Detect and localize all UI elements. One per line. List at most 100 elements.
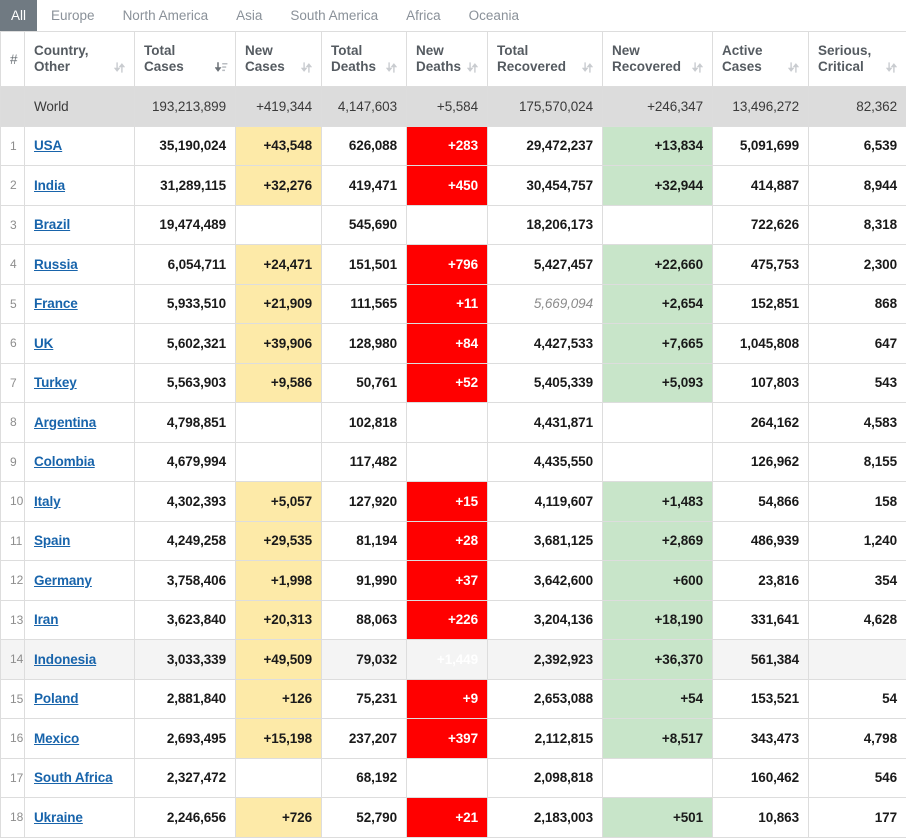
serious-critical-cell: [809, 640, 906, 680]
new-cases-cell: +419,344: [236, 87, 322, 127]
tab-africa[interactable]: Africa: [392, 0, 455, 31]
country-name-cell: Poland: [25, 679, 135, 719]
new-deaths-cell: +84: [407, 324, 488, 364]
new-cases-cell: +29,535: [236, 521, 322, 561]
column-header-nc[interactable]: NewCases: [236, 32, 322, 87]
table-row: 18Ukraine2,246,656+72652,790+212,183,003…: [1, 798, 906, 838]
total-cases-cell: 31,289,115: [135, 166, 236, 206]
active-cases-cell: 13,496,272: [713, 87, 809, 127]
table-row: 1USA35,190,024+43,548626,088+28329,472,2…: [1, 126, 906, 166]
country-link[interactable]: Turkey: [34, 375, 77, 390]
column-header-text-nr: NewRecovered: [612, 43, 703, 75]
row-number: 13: [1, 600, 25, 640]
serious-critical-cell: 8,155: [809, 442, 906, 482]
country-link[interactable]: Germany: [34, 573, 92, 588]
table-header: #Country,OtherTotalCasesNewCasesTotalDea…: [1, 32, 906, 87]
new-deaths-cell: +21: [407, 798, 488, 838]
country-link[interactable]: USA: [34, 138, 62, 153]
country-link[interactable]: Ukraine: [34, 810, 83, 825]
country-link[interactable]: Indonesia: [34, 652, 96, 667]
country-link[interactable]: Iran: [34, 612, 58, 627]
tab-asia[interactable]: Asia: [222, 0, 276, 31]
serious-critical-cell: 177: [809, 798, 906, 838]
total-deaths-cell: 419,471: [322, 166, 407, 206]
column-header-ac[interactable]: ActiveCases: [713, 32, 809, 87]
new-recovered-cell: +18,190: [603, 600, 713, 640]
column-header-ctry[interactable]: Country,Other: [25, 32, 135, 87]
continent-tab-bar: AllEuropeNorth AmericaAsiaSouth AmericaA…: [0, 0, 906, 31]
active-cases-cell: 10,863: [713, 798, 809, 838]
total-deaths-cell: 128,980: [322, 324, 407, 364]
column-header-sc[interactable]: Serious,Critical: [809, 32, 906, 87]
sort-both-icon: [788, 61, 799, 74]
table-row: 15Poland2,881,840+12675,231+92,653,088+5…: [1, 679, 906, 719]
row-number: 1: [1, 126, 25, 166]
country-link[interactable]: UK: [34, 336, 53, 351]
serious-critical-cell: 4,583: [809, 403, 906, 443]
column-header-line2-row: Other: [34, 59, 125, 75]
tab-north-america[interactable]: North America: [109, 0, 223, 31]
country-link[interactable]: Italy: [34, 494, 61, 509]
serious-critical-cell: 1,240: [809, 521, 906, 561]
country-link[interactable]: Colombia: [34, 454, 95, 469]
column-header-tr[interactable]: TotalRecovered: [488, 32, 603, 87]
country-link[interactable]: Russia: [34, 257, 78, 272]
tab-europe[interactable]: Europe: [37, 0, 109, 31]
column-header-line2-row: Deaths: [331, 59, 397, 75]
new-deaths-cell: +28: [407, 521, 488, 561]
column-header-line1: Total: [497, 43, 528, 58]
country-link[interactable]: France: [34, 296, 78, 311]
country-link[interactable]: Brazil: [34, 217, 70, 232]
total-cases-cell: 2,693,495: [135, 719, 236, 759]
new-cases-cell: [236, 205, 322, 245]
table-row: 10Italy4,302,393+5,057127,920+154,119,60…: [1, 482, 906, 522]
serious-critical-cell: 82,362: [809, 87, 906, 127]
row-number: 3: [1, 205, 25, 245]
tab-all[interactable]: All: [0, 0, 37, 31]
new-deaths-cell: +52: [407, 363, 488, 403]
new-deaths-cell: [407, 442, 488, 482]
new-cases-cell: +20,313: [236, 600, 322, 640]
total-cases-cell: 4,249,258: [135, 521, 236, 561]
new-cases-cell: [236, 442, 322, 482]
column-header-num[interactable]: #: [1, 32, 25, 87]
country-name-cell: Colombia: [25, 442, 135, 482]
column-header-nd[interactable]: NewDeaths: [407, 32, 488, 87]
column-header-line2: Critical: [818, 59, 864, 75]
new-recovered-cell: [603, 442, 713, 482]
total-deaths-cell: 237,207: [322, 719, 407, 759]
column-header-nr[interactable]: NewRecovered: [603, 32, 713, 87]
new-deaths-cell: [407, 758, 488, 798]
total-recovered-cell: 175,570,024: [488, 87, 603, 127]
column-header-line2: Deaths: [331, 59, 376, 75]
column-header-line1: Active: [722, 43, 763, 58]
column-header-text-ac: ActiveCases: [722, 43, 799, 75]
country-name-cell: Brazil: [25, 205, 135, 245]
table-header-row: #Country,OtherTotalCasesNewCasesTotalDea…: [1, 32, 906, 87]
country-link[interactable]: South Africa: [34, 770, 113, 785]
new-cases-cell: +9,586: [236, 363, 322, 403]
column-header-td[interactable]: TotalDeaths: [322, 32, 407, 87]
table-row: 9Colombia4,679,994117,4824,435,550126,96…: [1, 442, 906, 482]
row-number: [1, 87, 25, 127]
new-recovered-cell: +5,093: [603, 363, 713, 403]
tab-oceania[interactable]: Oceania: [455, 0, 533, 31]
new-deaths-cell: +37: [407, 561, 488, 601]
sort-both-icon: [886, 61, 897, 74]
column-header-line2: Cases: [144, 59, 184, 75]
total-cases-cell: 3,758,406: [135, 561, 236, 601]
total-deaths-cell: 88,063: [322, 600, 407, 640]
row-number: 2: [1, 166, 25, 206]
country-name-cell: World: [25, 87, 135, 127]
row-number: 6: [1, 324, 25, 364]
country-link[interactable]: Spain: [34, 533, 70, 548]
country-link[interactable]: Poland: [34, 691, 78, 706]
tab-south-america[interactable]: South America: [276, 0, 392, 31]
country-link[interactable]: India: [34, 178, 65, 193]
country-link[interactable]: Argentina: [34, 415, 96, 430]
column-header-tc[interactable]: TotalCases: [135, 32, 236, 87]
column-header-line2-row: Recovered: [497, 59, 593, 75]
table-row: 16Mexico2,693,495+15,198237,207+3972,112…: [1, 719, 906, 759]
country-link[interactable]: Mexico: [34, 731, 79, 746]
column-header-text-sc: Serious,Critical: [818, 43, 897, 75]
